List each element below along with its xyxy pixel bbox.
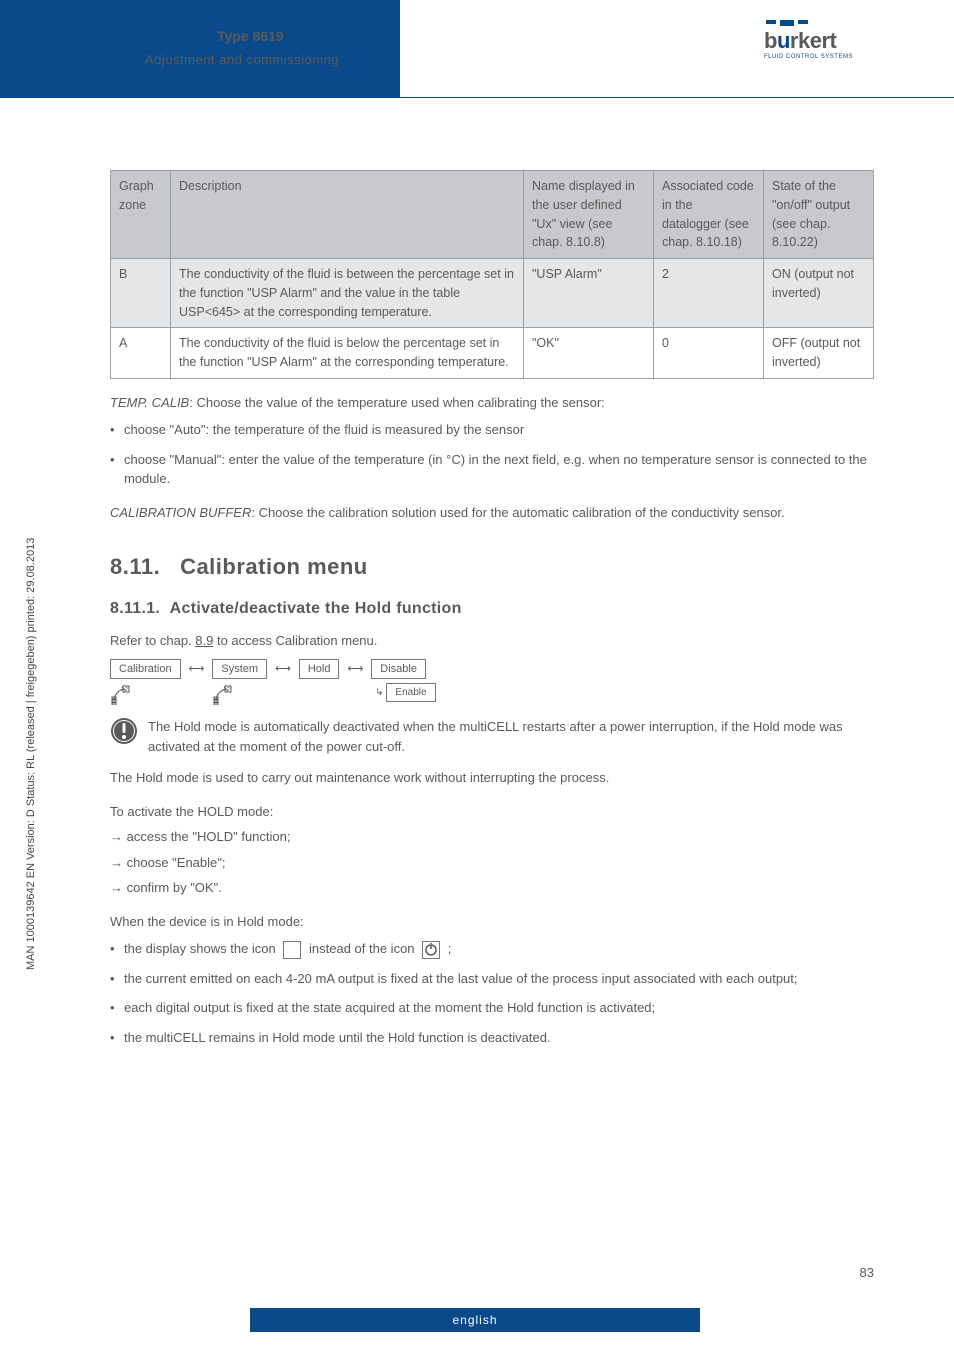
- arrow-icon: ⟷: [267, 659, 299, 678]
- crumb-system: System: [212, 659, 267, 680]
- nav-wheel-icon: ?: [110, 685, 132, 705]
- cell-state: OFF (output not inverted): [764, 328, 874, 379]
- list-item: each digital output is fixed at the stat…: [110, 998, 874, 1018]
- th-zone: Graph zone: [111, 171, 171, 259]
- cell-desc: The conductivity of the fluid is below t…: [171, 328, 524, 379]
- calib-buffer: CALIBRATION BUFFER: Choose the calibrati…: [110, 503, 874, 523]
- cell-code: 0: [654, 328, 764, 379]
- footer-language: english: [250, 1308, 700, 1332]
- table-row: B The conductivity of the fluid is betwe…: [111, 259, 874, 328]
- hold-intro: The Hold mode is used to carry out maint…: [110, 768, 874, 788]
- th-state: State of the "on/off" output (see chap. …: [764, 171, 874, 259]
- vertical-meta: MAN 1000139642 EN Version: D Status: RL …: [25, 538, 37, 970]
- step-2: choose "Enable";: [110, 853, 874, 873]
- note-box: The Hold mode is automatically deactivat…: [110, 717, 874, 756]
- table-header-row: Graph zone Description Name displayed in…: [111, 171, 874, 259]
- logo-text: burkert: [764, 28, 874, 54]
- logo-bars-icon: [766, 20, 874, 26]
- arrow-icon: ⟷: [181, 659, 213, 678]
- hold-icon: [283, 941, 301, 959]
- page-number: 83: [860, 1265, 874, 1280]
- usp-table: Graph zone Description Name displayed in…: [110, 170, 874, 379]
- tempcalib-intro: TEMP. CALIB: TEMP. CALIB: Choose the val…: [110, 393, 874, 413]
- crumb-enable: Enable: [386, 683, 435, 702]
- when-label: When the device is in Hold mode:: [110, 912, 874, 932]
- svg-text:?: ?: [227, 687, 230, 693]
- th-desc: Description: [171, 171, 524, 259]
- cell-name: "USP Alarm": [524, 259, 654, 328]
- doc-subtitle: Adjustment and commissioning: [145, 52, 339, 67]
- nav-wheel-icon: ?: [212, 685, 234, 705]
- th-name: Name displayed in the user defined "Ux" …: [524, 171, 654, 259]
- activate-label: To activate the HOLD mode:: [110, 802, 874, 822]
- cell-zone: B: [111, 259, 171, 328]
- table-row: A The conductivity of the fluid is below…: [111, 328, 874, 379]
- logo-subtext: FLUID CONTROL SYSTEMS: [764, 54, 874, 60]
- cell-state: ON (output not inverted): [764, 259, 874, 328]
- list-item: choose "Auto": the temperature of the fl…: [110, 420, 874, 440]
- breadcrumb: Calibration ? ⟷ System ? ⟷ Hold ⟷ Disabl…: [110, 659, 874, 706]
- header-blue-box: [0, 0, 400, 98]
- run-icon: [422, 941, 440, 959]
- arrow-icon: ⟷: [339, 659, 371, 678]
- main-content: Graph zone Description Name displayed in…: [110, 170, 874, 1057]
- step-3: confirm by "OK".: [110, 878, 874, 898]
- crumb-hold: Hold: [299, 659, 340, 680]
- step-1: access the "HOLD" function;: [110, 827, 874, 847]
- section-heading: 8.11. Calibration menu: [110, 550, 874, 583]
- refer-text: Refer to chap. 8.9 to access Calibration…: [110, 631, 874, 651]
- crumb-calibration: Calibration: [110, 659, 181, 680]
- cell-desc: The conductivity of the fluid is between…: [171, 259, 524, 328]
- crumb-disable: Disable: [371, 659, 426, 680]
- cell-code: 2: [654, 259, 764, 328]
- holdmode-list: the display shows the icon instead of th…: [110, 939, 874, 1047]
- subsection-heading: 8.11.1. Activate/deactivate the Hold fun…: [110, 597, 874, 621]
- brand-logo: burkert FLUID CONTROL SYSTEMS: [764, 20, 874, 60]
- list-item: the display shows the icon instead of th…: [110, 939, 874, 959]
- th-code: Associated code in the datalogger (see c…: [654, 171, 764, 259]
- note-text: The Hold mode is automatically deactivat…: [148, 717, 874, 756]
- svg-text:?: ?: [125, 687, 128, 693]
- warning-icon: [110, 717, 138, 751]
- doc-type: Type 8619: [217, 28, 284, 44]
- list-item: choose "Manual": enter the value of the …: [110, 450, 874, 489]
- list-item: the multiCELL remains in Hold mode until…: [110, 1028, 874, 1048]
- list-item: the current emitted on each 4-20 mA outp…: [110, 969, 874, 989]
- cell-name: "OK": [524, 328, 654, 379]
- cell-zone: A: [111, 328, 171, 379]
- tempcalib-list: choose "Auto": the temperature of the fl…: [110, 420, 874, 489]
